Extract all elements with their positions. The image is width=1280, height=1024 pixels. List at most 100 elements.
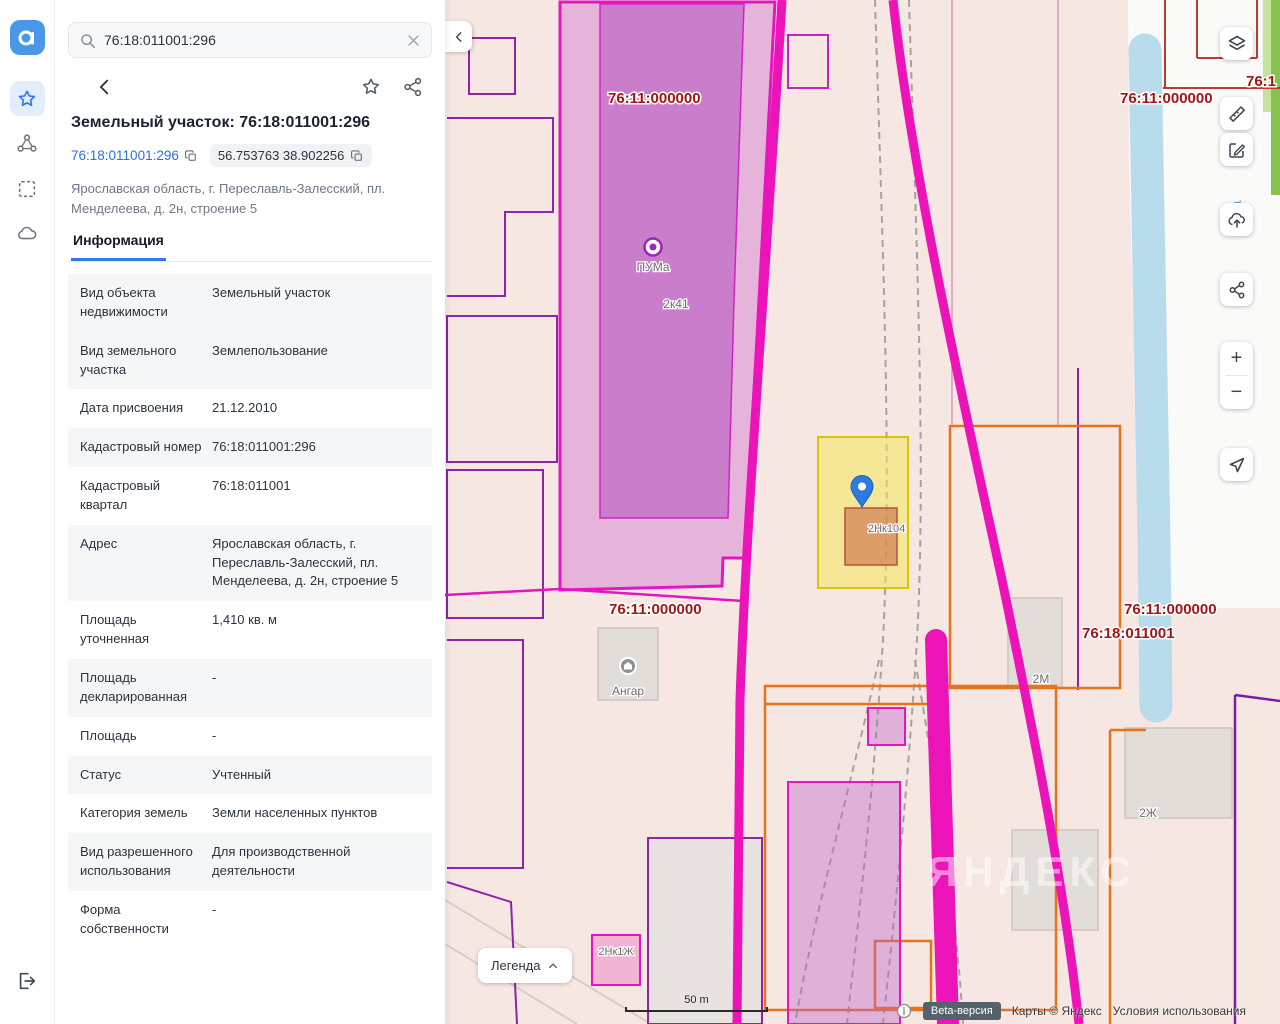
row-label: Кадастровый квартал bbox=[80, 478, 161, 512]
row-value: Земли населенных пунктов bbox=[212, 805, 378, 821]
table-row: Кадастровый номер 76:18:011001:296 bbox=[68, 428, 432, 468]
object-header-toolbar bbox=[74, 76, 424, 98]
row-label: Вид объекта недвижимости bbox=[80, 285, 168, 319]
map-label-quarter: 76:11:000000 bbox=[1120, 90, 1213, 107]
map-label-building: 2М bbox=[1033, 672, 1050, 686]
table-row: Вид объекта недвижимости Земельный участ… bbox=[68, 274, 432, 332]
molecule-icon bbox=[17, 133, 37, 152]
map-label-quarter: 76:11:000000 bbox=[608, 90, 701, 107]
back-chevron-icon bbox=[99, 79, 109, 95]
rail-select-area-button[interactable] bbox=[10, 171, 45, 206]
chevron-up-icon bbox=[549, 962, 558, 968]
share-icon bbox=[404, 77, 422, 97]
copyright-link[interactable]: Карты © Яндекс bbox=[1012, 1004, 1102, 1018]
row-label: Категория земель bbox=[80, 805, 188, 821]
share-icon bbox=[1229, 281, 1244, 298]
tab-information[interactable]: Информация bbox=[71, 232, 166, 261]
table-row: Площадь уточненная 1,410 кв. м bbox=[68, 601, 432, 659]
object-title: Земельный участок: 76:18:011001:296 bbox=[71, 114, 370, 131]
search-input[interactable] bbox=[104, 32, 398, 48]
rail-cloud-button[interactable] bbox=[10, 216, 45, 251]
edit-button[interactable] bbox=[1220, 133, 1253, 166]
share-object-button[interactable] bbox=[402, 76, 424, 98]
building-2nk104 bbox=[844, 507, 898, 566]
table-row: Площадь декларированная - bbox=[68, 658, 432, 717]
app-rail bbox=[0, 0, 55, 1024]
beta-badge: Beta-версия bbox=[922, 1002, 1001, 1020]
legend-button[interactable]: Легенда bbox=[478, 948, 573, 983]
cloud-upload-icon bbox=[1227, 212, 1245, 228]
row-value: Для производственной деятельности bbox=[212, 844, 351, 879]
map-label-building: 2Нк1Ж bbox=[598, 946, 633, 958]
table-row: Категория земель Земли населенных пункто… bbox=[68, 794, 432, 833]
info-icon[interactable] bbox=[896, 1003, 912, 1019]
hangar-poi-icon bbox=[619, 657, 637, 675]
cadastral-number-text: 76:18:011001:296 bbox=[71, 148, 179, 163]
table-row: Форма собственности - bbox=[68, 891, 432, 949]
object-chips: 76:18:011001:296 56.753763 38.902256 bbox=[71, 144, 432, 167]
map-label-building: 2к41 bbox=[663, 297, 689, 311]
object-address: Ярославская область, г. Переславль-Залес… bbox=[71, 181, 386, 216]
row-label: Площадь декларированная bbox=[80, 669, 188, 704]
greenery-strip bbox=[1271, 0, 1280, 195]
rail-layers-button[interactable] bbox=[10, 126, 45, 161]
building-2k41 bbox=[599, 3, 745, 519]
table-row: Статус Учтенный bbox=[68, 755, 432, 795]
legend-label: Легенда bbox=[491, 958, 541, 973]
collapse-panel-button[interactable] bbox=[445, 21, 472, 52]
locate-button[interactable] bbox=[1220, 448, 1253, 481]
app-logo-icon bbox=[18, 30, 34, 45]
row-label: Адрес bbox=[80, 535, 118, 551]
clear-search-icon[interactable] bbox=[406, 33, 421, 48]
zoom-control: + − bbox=[1220, 342, 1253, 409]
row-label: Площадь уточненная bbox=[80, 612, 150, 647]
row-label: Статус bbox=[80, 766, 122, 782]
row-value: 76:18:011001:296 bbox=[212, 439, 316, 455]
map-label-building: 2Ж bbox=[1139, 806, 1157, 820]
tabs: Информация bbox=[68, 232, 432, 262]
map-attribution: Beta-версия Карты © Яндекс Условия испол… bbox=[896, 1002, 1246, 1020]
upload-button[interactable] bbox=[1220, 203, 1253, 236]
dashed-square-icon bbox=[18, 180, 36, 197]
rail-logout-button[interactable] bbox=[10, 963, 45, 998]
scale-line bbox=[625, 1007, 768, 1012]
row-label: Кадастровый номер bbox=[80, 439, 202, 455]
navigation-arrow-icon bbox=[1229, 457, 1244, 472]
row-value: 21.12.2010 bbox=[212, 400, 278, 416]
logout-icon bbox=[19, 972, 36, 989]
zoom-in-button[interactable]: + bbox=[1220, 342, 1253, 375]
scale-label: 50 m bbox=[684, 994, 709, 1006]
copy-icon[interactable] bbox=[350, 149, 364, 163]
row-label: Вид разрешенного использования bbox=[80, 844, 193, 879]
coordinates-chip[interactable]: 56.753763 38.902256 bbox=[209, 144, 373, 167]
row-label: Вид земельного участка bbox=[80, 342, 177, 377]
edit-icon bbox=[1228, 142, 1245, 158]
back-button[interactable] bbox=[94, 76, 116, 98]
table-row: Площадь - bbox=[68, 717, 432, 756]
row-label: Площадь bbox=[80, 727, 137, 743]
layers-icon bbox=[1228, 35, 1245, 50]
layers-button[interactable] bbox=[1220, 27, 1253, 60]
favorite-object-button[interactable] bbox=[360, 76, 382, 98]
greenery-strip bbox=[1263, 0, 1271, 112]
coordinates-text: 56.753763 38.902256 bbox=[217, 148, 345, 163]
map-canvas[interactable]: 76:11:000000 76:11:000000 76:1 76:11:000… bbox=[445, 0, 1280, 1024]
copy-icon[interactable] bbox=[184, 149, 198, 163]
map-share-button[interactable] bbox=[1220, 273, 1253, 306]
search-icon bbox=[81, 33, 96, 48]
rail-favorites-button[interactable] bbox=[9, 81, 45, 116]
info-table: Вид объекта недвижимости Земельный участ… bbox=[68, 274, 432, 949]
row-value: Земельный участок bbox=[212, 285, 331, 300]
table-row: Адрес Ярославская область, г. Переславль… bbox=[68, 524, 432, 602]
chevron-left-icon bbox=[455, 31, 461, 42]
row-value: - bbox=[212, 901, 217, 917]
zoom-out-button[interactable]: − bbox=[1220, 376, 1253, 409]
cadastral-number-link[interactable]: 76:18:011001:296 bbox=[71, 148, 198, 163]
app-logo[interactable] bbox=[9, 20, 45, 55]
measure-button[interactable] bbox=[1220, 97, 1253, 130]
row-label: Форма собственности bbox=[80, 901, 169, 936]
row-value: - bbox=[212, 669, 217, 685]
table-row: Дата присвоения 21.12.2010 bbox=[68, 389, 432, 428]
terms-link[interactable]: Условия использования bbox=[1113, 1004, 1246, 1018]
ruler-icon bbox=[1228, 105, 1245, 122]
